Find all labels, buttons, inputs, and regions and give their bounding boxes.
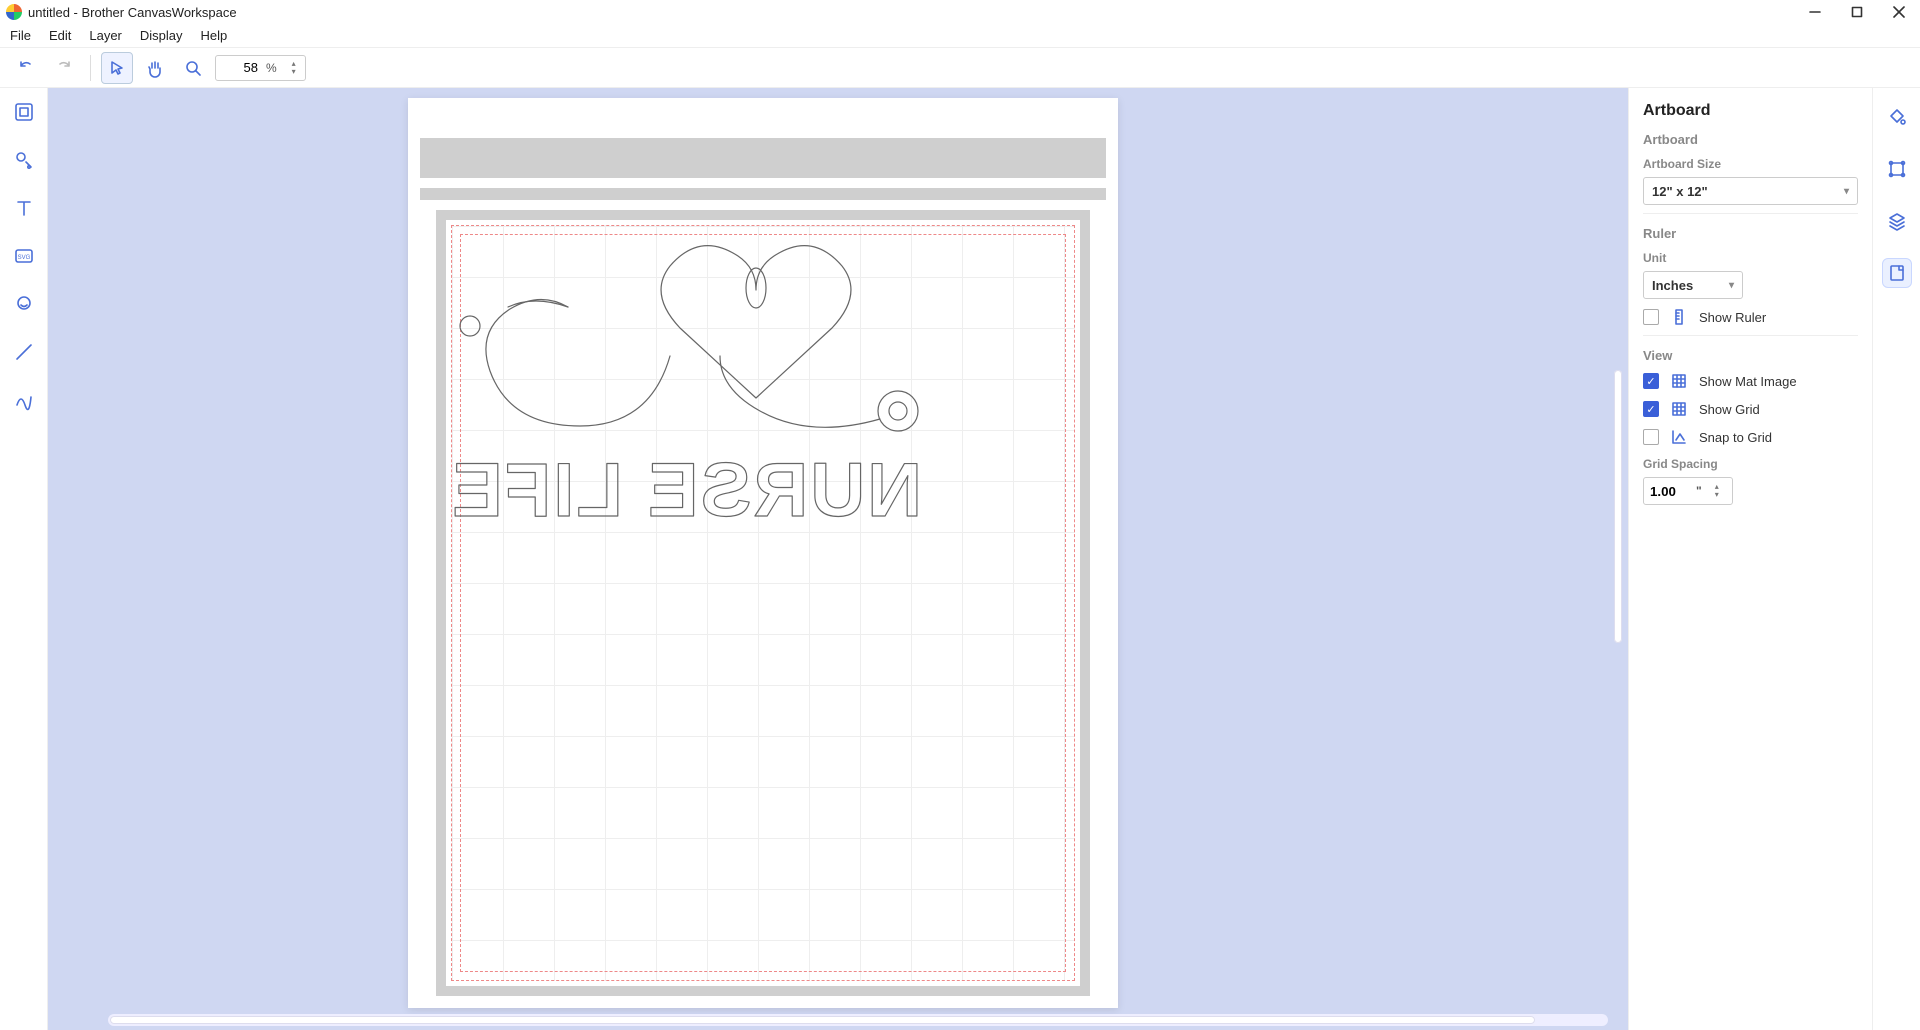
show-mat-label: Show Mat Image	[1699, 374, 1797, 389]
ruler-icon	[1669, 307, 1689, 327]
zoom-unit: %	[266, 61, 277, 75]
line-tool-icon[interactable]	[10, 338, 38, 366]
section-artboard: Artboard	[1643, 132, 1858, 147]
grid-spacing-unit: "	[1696, 484, 1702, 498]
window-title: untitled - Brother CanvasWorkspace	[28, 5, 237, 20]
undo-button[interactable]	[10, 52, 42, 84]
properties-panel: Artboard Artboard Artboard Size 12" x 12…	[1628, 88, 1872, 1030]
app-icon	[6, 4, 22, 20]
mat-icon	[1669, 371, 1689, 391]
show-grid-checkbox[interactable]	[1643, 401, 1659, 417]
unit-dropdown[interactable]: Inches ▾	[1643, 271, 1743, 299]
maximize-button[interactable]	[1850, 5, 1864, 19]
grid-spacing-field[interactable]: " ▴ ▾	[1643, 477, 1733, 505]
show-grid-label: Show Grid	[1699, 402, 1760, 417]
vscroll-thumb[interactable]	[1614, 370, 1622, 642]
grid-icon	[1669, 399, 1689, 419]
title-bar: untitled - Brother CanvasWorkspace	[0, 0, 1920, 24]
mat-header	[420, 138, 1106, 178]
divider	[1643, 335, 1858, 336]
layers-tab-icon[interactable]	[1882, 206, 1912, 236]
unit-label: Unit	[1643, 251, 1858, 265]
grid-spacing-input[interactable]	[1650, 484, 1690, 499]
snap-grid-label: Snap to Grid	[1699, 430, 1772, 445]
menu-layer[interactable]: Layer	[89, 28, 122, 43]
shapes-tool-icon[interactable]	[10, 146, 38, 174]
path-tool-icon[interactable]	[10, 386, 38, 414]
chevron-down-icon: ▾	[1729, 280, 1734, 291]
design-outline[interactable]: NURSE LIFE	[452, 226, 922, 526]
design-text: NURSE LIFE	[452, 448, 922, 526]
show-ruler-checkbox[interactable]	[1643, 309, 1659, 325]
snap-icon	[1669, 427, 1689, 447]
vertical-scrollbar[interactable]	[1612, 98, 1624, 1006]
horizontal-scrollbar[interactable]	[108, 1014, 1608, 1026]
grid-spacing-down[interactable]: ▾	[1712, 491, 1722, 499]
canvas-area[interactable]: NURSE LIFE	[48, 88, 1628, 1030]
menu-edit[interactable]: Edit	[49, 28, 71, 43]
menu-display[interactable]: Display	[140, 28, 183, 43]
redo-button[interactable]	[48, 52, 80, 84]
zoom-tool-button[interactable]	[177, 52, 209, 84]
transform-tab-icon[interactable]	[1882, 154, 1912, 184]
minimize-button[interactable]	[1808, 5, 1822, 19]
artboard-grid[interactable]: NURSE LIFE	[451, 225, 1075, 981]
panel-title: Artboard	[1643, 102, 1858, 120]
trace-tool-icon[interactable]	[10, 290, 38, 318]
artboard-size-label: Artboard Size	[1643, 157, 1858, 171]
zoom-step-down[interactable]: ▾	[289, 68, 299, 76]
pointer-tool-button[interactable]	[101, 52, 133, 84]
separator	[90, 55, 91, 81]
svg-text:SVG: SVG	[17, 255, 30, 261]
toolbar: % ▴ ▾	[0, 48, 1920, 88]
snap-grid-checkbox[interactable]	[1643, 429, 1659, 445]
divider	[1643, 213, 1858, 214]
right-tab-strip	[1872, 88, 1920, 1030]
mat-strip	[420, 188, 1106, 200]
text-tool-icon[interactable]	[10, 194, 38, 222]
hscroll-thumb[interactable]	[110, 1016, 1535, 1024]
section-view: View	[1643, 348, 1858, 363]
mat-inner: NURSE LIFE	[436, 210, 1090, 996]
menu-help[interactable]: Help	[201, 28, 228, 43]
cutting-mat: NURSE LIFE	[408, 98, 1118, 1008]
menu-file[interactable]: File	[10, 28, 31, 43]
chevron-down-icon: ▾	[1844, 186, 1849, 197]
fill-tab-icon[interactable]	[1882, 102, 1912, 132]
grid-spacing-label: Grid Spacing	[1643, 457, 1858, 471]
menu-bar: File Edit Layer Display Help	[0, 24, 1920, 48]
hand-tool-button[interactable]	[139, 52, 171, 84]
zoom-field[interactable]: % ▴ ▾	[215, 55, 306, 81]
section-ruler: Ruler	[1643, 226, 1858, 241]
artboard-tool-icon[interactable]	[10, 98, 38, 126]
artboard-size-dropdown[interactable]: 12" x 12" ▾	[1643, 177, 1858, 205]
zoom-input[interactable]	[222, 60, 258, 75]
close-button[interactable]	[1892, 5, 1906, 19]
left-toolbar: SVG	[0, 88, 48, 1030]
unit-value: Inches	[1652, 278, 1693, 293]
import-svg-icon[interactable]: SVG	[10, 242, 38, 270]
show-mat-checkbox[interactable]	[1643, 373, 1659, 389]
artboard-size-value: 12" x 12"	[1652, 184, 1708, 199]
show-ruler-label: Show Ruler	[1699, 310, 1766, 325]
artboard-tab-icon[interactable]	[1882, 258, 1912, 288]
